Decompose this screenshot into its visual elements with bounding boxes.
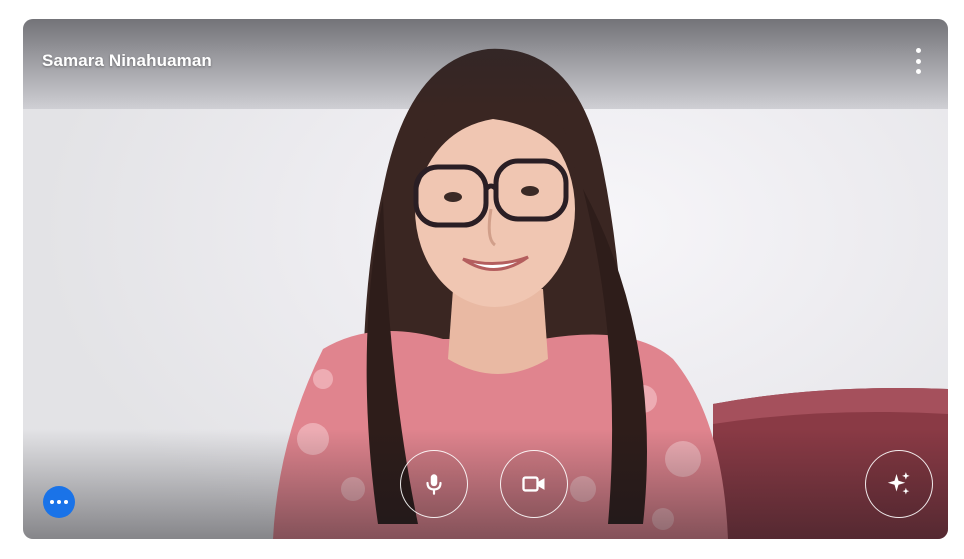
camera-toggle-button[interactable]	[500, 450, 568, 518]
more-horizontal-icon	[50, 500, 54, 504]
bottom-gradient-overlay	[23, 429, 948, 539]
more-vertical-icon-dot	[915, 58, 921, 64]
participant-video-tile: Samara Ninahuaman	[23, 19, 948, 539]
more-actions-button[interactable]	[43, 486, 75, 518]
microphone-toggle-button[interactable]	[400, 450, 468, 518]
visual-effects-button[interactable]	[865, 450, 933, 518]
more-horizontal-icon-dot	[57, 500, 61, 504]
more-horizontal-icon-dot	[64, 500, 68, 504]
microphone-icon	[426, 474, 442, 495]
more-vertical-icon-dot	[915, 69, 921, 74]
more-options-button[interactable]	[907, 48, 929, 74]
more-vertical-icon	[915, 48, 921, 53]
video-camera-icon	[522, 476, 545, 492]
participant-name: Samara Ninahuaman	[42, 51, 212, 70]
sparkle-icon	[887, 472, 910, 495]
